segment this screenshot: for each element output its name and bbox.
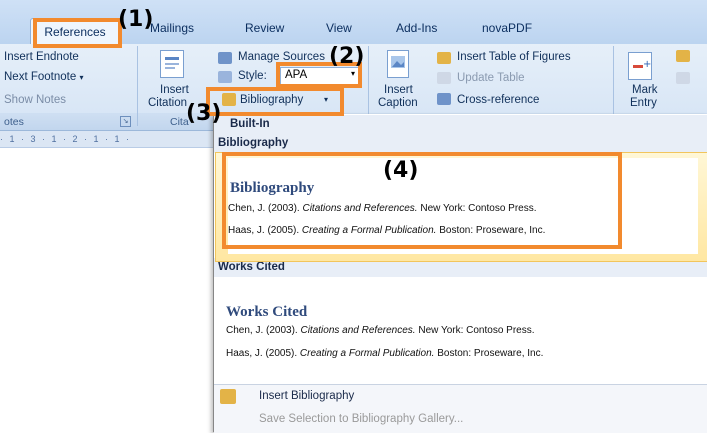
update-table-button[interactable]: Update Table — [457, 72, 525, 84]
horizontal-ruler: · 1 · 3 · 1 · 2 · 1 · 1 · — [0, 131, 213, 148]
citation-prefix: Haas, J. (2005). — [226, 348, 300, 359]
update-table-icon — [437, 72, 451, 84]
mark-entry-label-2[interactable]: Entry — [630, 97, 657, 109]
footnotes-group-label: otes — [4, 116, 24, 128]
bibliography-section-header: Bibliography — [214, 134, 707, 153]
callout-number: (3) — [186, 101, 222, 126]
insert-citation-icon[interactable] — [160, 50, 184, 78]
insert-citation-label[interactable]: Insert — [160, 84, 189, 96]
callout-number: (2) — [329, 44, 365, 69]
style-icon — [218, 71, 232, 83]
builtin-header: Built-In — [214, 115, 707, 134]
citation-title: Citations and References. — [300, 325, 416, 336]
insert-bibliography-menu-item[interactable]: Insert Bibliography — [259, 390, 354, 402]
document-area[interactable] — [0, 148, 213, 432]
citation-suffix: Boston: Proseware, Inc. — [434, 348, 544, 359]
callout-box-references-tab — [33, 18, 122, 48]
picture-icon — [391, 56, 405, 68]
callout-number: (1) — [118, 7, 154, 32]
cross-reference-button[interactable]: Cross-reference — [457, 94, 539, 106]
citation-title: Creating a Formal Publication. — [299, 348, 435, 359]
insert-caption-icon[interactable] — [387, 50, 409, 78]
next-footnote-label: Next Footnote — [4, 71, 77, 83]
works-cited-preview-title: Works Cited — [226, 304, 308, 320]
manage-sources-icon — [218, 52, 232, 64]
style-label: Style: — [238, 70, 267, 82]
svg-text:+: + — [643, 59, 651, 70]
next-footnote-button[interactable]: Next Footnote ▾ — [4, 71, 83, 83]
document-citation-icon — [165, 57, 179, 69]
mark-entry-glyph-icon: + — [633, 59, 651, 70]
insert-table-of-figures-button[interactable]: Insert Table of Figures — [457, 51, 571, 63]
dialog-launcher-icon[interactable]: ↘ — [120, 116, 131, 127]
tab-add-ins[interactable]: Add-Ins — [396, 21, 437, 35]
tab-mailings[interactable]: Mailings — [150, 21, 194, 35]
callout-number: (4) — [383, 158, 419, 183]
save-selection-menu-item[interactable]: Save Selection to Bibliography Gallery..… — [259, 413, 463, 425]
tab-novapdf[interactable]: novaPDF — [482, 21, 532, 35]
insert-bibliography-icon — [220, 389, 236, 404]
tab-review[interactable]: Review — [245, 21, 284, 35]
show-notes-button[interactable]: Show Notes — [4, 94, 66, 106]
callout-box-bibliography — [206, 87, 344, 116]
update-index-icon[interactable] — [676, 72, 690, 84]
chevron-down-icon: ▾ — [79, 73, 84, 82]
table-of-figures-icon — [437, 52, 451, 64]
citation-prefix: Chen, J. (2003). — [226, 325, 301, 336]
insert-citation-label-2[interactable]: Citation — [148, 97, 187, 109]
cross-reference-icon — [437, 93, 451, 105]
callout-box-bibliography-preview — [222, 152, 622, 249]
mark-entry-icon[interactable]: + — [628, 52, 652, 80]
citation-suffix: New York: Contoso Press. — [415, 325, 535, 336]
citation-entry: Haas, J. (2005). Creating a Formal Publi… — [226, 348, 543, 359]
mark-entry-label[interactable]: Mark — [632, 84, 658, 96]
group-separator — [137, 46, 138, 126]
insert-caption-label-2[interactable]: Caption — [378, 97, 418, 109]
works-cited-preview[interactable]: Works Cited Chen, J. (2003). Citations a… — [226, 284, 696, 380]
insert-caption-label[interactable]: Insert — [384, 84, 413, 96]
citation-entry: Chen, J. (2003). Citations and Reference… — [226, 325, 535, 336]
tab-view[interactable]: View — [326, 21, 352, 35]
insert-index-icon[interactable] — [676, 50, 690, 62]
insert-endnote-button[interactable]: Insert Endnote — [4, 51, 79, 63]
